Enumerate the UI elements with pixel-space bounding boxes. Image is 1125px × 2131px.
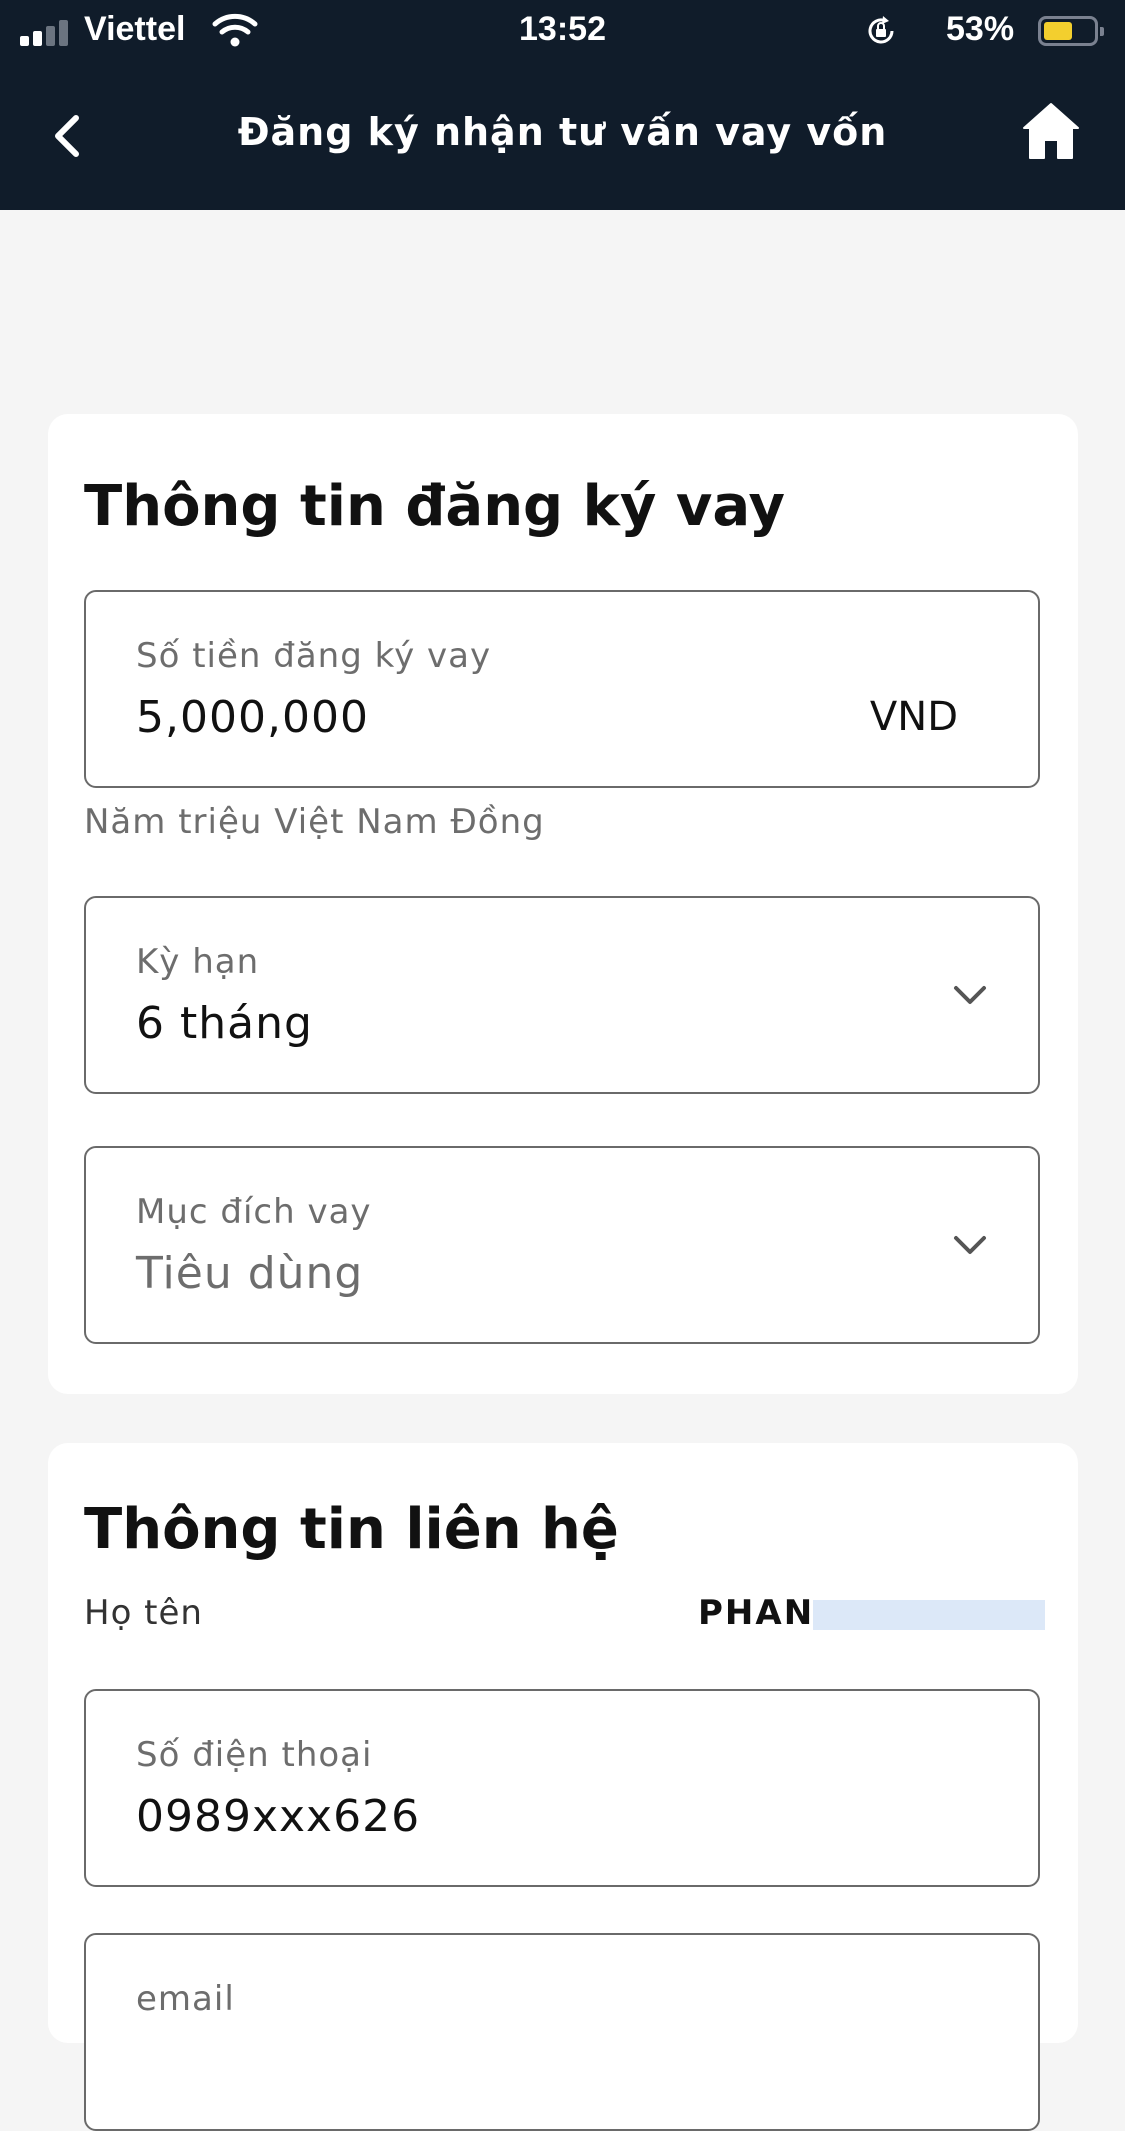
page-title: Đăng ký nhận tư vấn vay vốn bbox=[237, 110, 888, 154]
back-button[interactable] bbox=[44, 108, 92, 164]
contact-info-card: Thông tin liên hệ Họ tên PHAN Số điện th… bbox=[48, 1443, 1078, 2131]
amount-in-words: Năm triệu Việt Nam Đồng bbox=[84, 802, 545, 842]
phone-label: Số điện thoại bbox=[136, 1735, 373, 1775]
phone-value[interactable]: 0989xxx626 bbox=[136, 1791, 420, 1842]
redacted-name-block bbox=[813, 1600, 1045, 1630]
loan-amount-label: Số tiền đăng ký vay bbox=[136, 636, 492, 676]
email-field[interactable]: email bbox=[84, 1933, 1040, 2131]
currency-unit: VND bbox=[869, 694, 958, 740]
loan-purpose-select[interactable]: Mục đích vay Tiêu dùng bbox=[84, 1146, 1040, 1344]
loan-amount-value[interactable]: 5,000,000 bbox=[136, 692, 369, 743]
contact-info-title: Thông tin liên hệ bbox=[84, 1497, 619, 1562]
loan-amount-field[interactable]: Số tiền đăng ký vay 5,000,000 VND bbox=[84, 590, 1040, 788]
email-label: email bbox=[136, 1979, 235, 2019]
orientation-lock-icon bbox=[868, 16, 894, 44]
chevron-down-icon[interactable] bbox=[950, 1232, 990, 1260]
app-header: Viettel 13:52 53% Đăng ký nhận tư vấn va… bbox=[0, 0, 1125, 210]
loan-purpose-label: Mục đích vay bbox=[136, 1192, 372, 1232]
battery-percentage: 53% bbox=[946, 10, 1015, 48]
phone-field[interactable]: Số điện thoại 0989xxx626 bbox=[84, 1689, 1040, 1887]
full-name-value: PHAN bbox=[698, 1593, 815, 1633]
status-bar: Viettel 13:52 53% bbox=[0, 0, 1125, 62]
loan-term-label: Kỳ hạn bbox=[136, 942, 260, 982]
full-name-label: Họ tên bbox=[84, 1593, 203, 1633]
loan-info-title: Thông tin đăng ký vay bbox=[84, 474, 785, 539]
battery-icon bbox=[1038, 16, 1104, 46]
loan-term-select[interactable]: Kỳ hạn 6 tháng bbox=[84, 896, 1040, 1094]
home-icon[interactable] bbox=[1018, 98, 1084, 164]
loan-info-card: Thông tin đăng ký vay Số tiền đăng ký va… bbox=[48, 414, 1078, 1394]
loan-purpose-value: Tiêu dùng bbox=[136, 1248, 364, 1299]
chevron-down-icon[interactable] bbox=[950, 982, 990, 1010]
loan-term-value: 6 tháng bbox=[136, 998, 313, 1049]
